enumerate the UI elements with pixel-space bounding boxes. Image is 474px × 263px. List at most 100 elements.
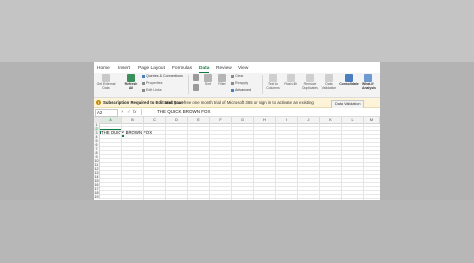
refresh-all-button[interactable]: Refresh All bbox=[124, 74, 138, 91]
edit-links-label: Edit Links bbox=[146, 88, 162, 92]
column-header[interactable]: G bbox=[232, 117, 254, 123]
text-to-columns-icon bbox=[269, 74, 277, 82]
column-header[interactable]: E bbox=[188, 117, 210, 123]
queries-connections-button[interactable]: Queries & Connections bbox=[142, 74, 183, 79]
column-header[interactable]: M bbox=[364, 117, 380, 123]
what-if-label: What-If Analysis bbox=[362, 82, 376, 90]
consolidate-label: Consolidate bbox=[339, 82, 359, 86]
excel-window: Home Insert Page Layout Formulas Data Re… bbox=[94, 62, 380, 200]
name-box[interactable]: A2 bbox=[95, 109, 118, 117]
tab-view[interactable]: View bbox=[238, 64, 248, 73]
row-gridline bbox=[100, 154, 380, 155]
filter-button[interactable]: Filter bbox=[216, 74, 228, 87]
tab-review[interactable]: Review bbox=[216, 64, 232, 73]
column-header[interactable]: C bbox=[144, 117, 166, 123]
text-to-columns-button[interactable]: Text to Columns bbox=[264, 74, 282, 91]
properties-label: Properties bbox=[146, 81, 163, 85]
column-header[interactable]: B bbox=[122, 117, 144, 123]
filter-icon bbox=[218, 74, 226, 82]
reapply-button[interactable]: Reapply bbox=[231, 81, 248, 86]
remove-duplicates-icon bbox=[306, 74, 314, 82]
data-validation-button[interactable]: Data Validation bbox=[320, 74, 338, 91]
filter-label: Filter bbox=[218, 82, 226, 86]
properties-icon bbox=[142, 81, 145, 85]
row-gridline bbox=[100, 146, 380, 147]
row-gridline bbox=[100, 130, 380, 131]
what-if-analysis-button[interactable]: What-If Analysis bbox=[362, 74, 380, 91]
ribbon-separator bbox=[262, 75, 263, 94]
row-gridline bbox=[100, 150, 380, 151]
data-validation-label: Data Validation bbox=[321, 82, 337, 90]
row-gridline bbox=[100, 158, 380, 159]
desktop-background-bottom bbox=[0, 200, 474, 263]
queries-icon bbox=[142, 74, 145, 78]
tab-data[interactable]: Data bbox=[199, 64, 210, 73]
remove-duplicates-label: Remove Duplicates bbox=[302, 82, 318, 90]
row-gridline bbox=[100, 182, 380, 183]
column-header[interactable]: L bbox=[342, 117, 364, 123]
function-icon[interactable]: fx bbox=[133, 108, 136, 116]
database-icon bbox=[102, 74, 110, 82]
warning-icon: ! bbox=[96, 100, 101, 105]
row-gridline bbox=[100, 186, 380, 187]
row-gridline bbox=[100, 162, 380, 163]
desktop-background-top bbox=[0, 0, 474, 62]
column-header[interactable]: F bbox=[210, 117, 232, 123]
sort-descending-icon bbox=[193, 84, 199, 91]
sort-desc-button[interactable] bbox=[192, 84, 200, 92]
row-gridline bbox=[100, 138, 380, 139]
refresh-all-label: Refresh All bbox=[124, 82, 138, 90]
advanced-filter-icon bbox=[231, 88, 234, 92]
remove-duplicates-button[interactable]: Remove Duplicates bbox=[300, 74, 320, 91]
spreadsheet-grid[interactable]: ABCDEFGHIJKLM THE QUICK BROWN FOX 123456… bbox=[94, 117, 380, 200]
row-gridline bbox=[100, 178, 380, 179]
clear-button[interactable]: Clear bbox=[231, 74, 244, 79]
column-headers: ABCDEFGHIJKLM bbox=[94, 117, 380, 124]
get-external-data-label: Get External Data bbox=[96, 82, 116, 90]
sort-icon bbox=[204, 74, 212, 82]
clear-label: Clear bbox=[235, 74, 244, 78]
ribbon-data: Get External Data Refresh All Queries & … bbox=[94, 73, 380, 98]
edit-links-button[interactable]: Edit Links bbox=[142, 88, 162, 93]
row-gridline bbox=[100, 142, 380, 143]
sort-button[interactable]: Sort bbox=[202, 74, 214, 87]
text-to-columns-label: Text to Columns bbox=[266, 82, 280, 90]
reapply-icon bbox=[231, 81, 234, 85]
message-text: Start your free one month trial of Micro… bbox=[164, 100, 314, 105]
sort-asc-button[interactable] bbox=[192, 74, 200, 82]
tab-formulas[interactable]: Formulas bbox=[172, 64, 192, 73]
column-header[interactable]: D bbox=[166, 117, 188, 123]
consolidate-button[interactable]: Consolidate bbox=[339, 74, 359, 87]
advanced-button[interactable]: Advanced bbox=[231, 88, 251, 93]
column-header[interactable]: K bbox=[320, 117, 342, 123]
row-gridline bbox=[100, 134, 380, 135]
flash-fill-button[interactable]: Flash-fill bbox=[282, 74, 299, 87]
advanced-label: Advanced bbox=[235, 88, 251, 92]
row-gridline bbox=[100, 198, 380, 199]
column-header[interactable]: I bbox=[276, 117, 298, 123]
get-external-data-button[interactable]: Get External Data bbox=[95, 74, 117, 91]
refresh-icon bbox=[127, 74, 135, 82]
row-gridline bbox=[100, 194, 380, 195]
data-validation-icon bbox=[325, 74, 333, 82]
flash-fill-icon bbox=[286, 74, 295, 82]
ribbon-tabs: Home Insert Page Layout Formulas Data Re… bbox=[94, 64, 380, 73]
row-gridline bbox=[100, 190, 380, 191]
row-gridline bbox=[100, 126, 380, 127]
tab-insert[interactable]: Insert bbox=[118, 64, 130, 73]
column-header[interactable]: J bbox=[298, 117, 320, 123]
tab-home[interactable]: Home bbox=[97, 64, 110, 73]
what-if-icon bbox=[364, 74, 372, 82]
formula-input[interactable]: THE QUICK BROWN FOX bbox=[157, 108, 211, 116]
clear-icon bbox=[231, 74, 234, 78]
column-header[interactable]: A bbox=[100, 117, 122, 123]
link-icon bbox=[142, 88, 145, 92]
ribbon-separator bbox=[188, 75, 189, 94]
row-gridline bbox=[100, 166, 380, 167]
accept-icon[interactable]: ✓ bbox=[127, 108, 131, 116]
column-header[interactable]: H bbox=[254, 117, 276, 123]
reapply-label: Reapply bbox=[235, 81, 249, 85]
cancel-icon[interactable]: × bbox=[121, 108, 124, 116]
tab-page-layout[interactable]: Page Layout bbox=[138, 64, 165, 73]
properties-button[interactable]: Properties bbox=[142, 81, 162, 86]
